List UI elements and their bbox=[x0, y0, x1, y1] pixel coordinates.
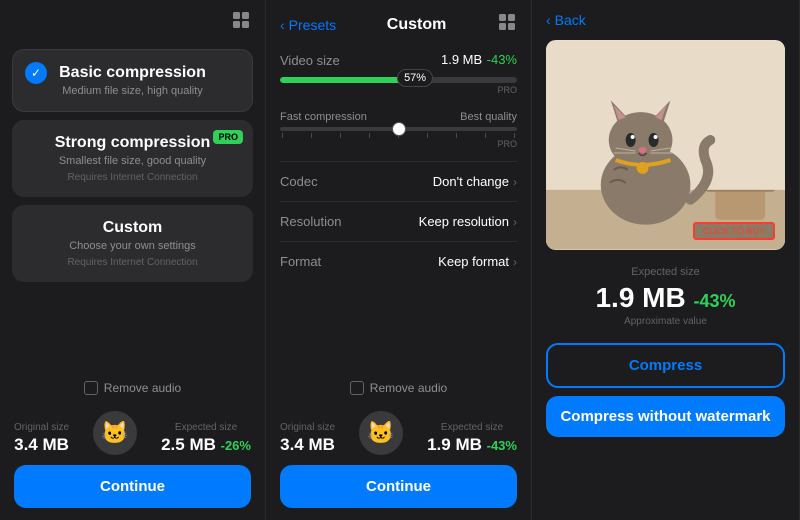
video-size-label: Video size bbox=[280, 53, 340, 68]
expected-size-display: 1.9 MB -43% bbox=[546, 282, 785, 314]
codec-row[interactable]: Codec Don't change › bbox=[280, 161, 517, 201]
codec-chevron-icon: › bbox=[513, 175, 517, 189]
strong-title: Strong compression bbox=[28, 134, 237, 152]
expected-size-col: Expected size 2.5 MB -26% bbox=[161, 422, 251, 455]
custom-compression-card[interactable]: Custom Choose your own settings Requires… bbox=[12, 205, 253, 282]
panel2-expected-value: 1.9 MB -43% bbox=[427, 435, 517, 455]
slider-thumb-container: 57% bbox=[397, 69, 433, 87]
video-size-values: 1.9 MB -43% bbox=[441, 51, 517, 69]
panel2-grid-icon[interactable] bbox=[497, 12, 517, 37]
panel2-expected-size-col: Expected size 1.9 MB -43% bbox=[427, 422, 517, 455]
approx-label: Approximate value bbox=[546, 316, 785, 327]
original-size-value: 3.4 MB bbox=[14, 435, 69, 455]
panel2-header: ‹ Presets Custom bbox=[266, 0, 531, 45]
codec-value: Don't change › bbox=[433, 174, 517, 189]
compress-button[interactable]: Compress bbox=[546, 343, 785, 388]
panel3-header: ‹ Back bbox=[532, 0, 799, 36]
panel2-bottom: Original size 3.4 MB 🐱 Expected size 1.9… bbox=[266, 403, 531, 520]
compression-options: ✓ Basic compression Medium file size, hi… bbox=[0, 41, 265, 373]
codec-label: Codec bbox=[280, 174, 318, 189]
back-button[interactable]: ‹ Back bbox=[546, 12, 586, 28]
panel-custom-settings: ‹ Presets Custom Video size 1.9 MB -43% bbox=[266, 0, 532, 520]
back-label: Back bbox=[555, 12, 586, 28]
panel2-avatar: 🐱 bbox=[359, 411, 403, 455]
format-chevron-icon: › bbox=[513, 255, 517, 269]
resolution-chevron-icon: › bbox=[513, 215, 517, 229]
pro-badge: PRO bbox=[213, 130, 243, 144]
continue-button[interactable]: Continue bbox=[14, 465, 251, 508]
panel2-original-size-col: Original size 3.4 MB bbox=[280, 422, 335, 455]
panel2-remove-audio-label: Remove audio bbox=[370, 381, 447, 395]
panel-compression-options: ✓ Basic compression Medium file size, hi… bbox=[0, 0, 266, 520]
expected-size-section: Expected size 1.9 MB -43% Approximate va… bbox=[532, 254, 799, 337]
panel1-bottom: Original size 3.4 MB 🐱 Expected size 2.5… bbox=[0, 403, 265, 520]
format-value: Keep format › bbox=[438, 254, 517, 269]
presets-label: Presets bbox=[289, 17, 336, 33]
format-row[interactable]: Format Keep format › bbox=[280, 241, 517, 281]
custom-warning: Requires Internet Connection bbox=[28, 257, 237, 268]
strong-subtitle: Smallest file size, good quality bbox=[28, 155, 237, 167]
panel2-size-row: Original size 3.4 MB 🐱 Expected size 1.9… bbox=[280, 411, 517, 455]
size-row: Original size 3.4 MB 🐱 Expected size 2.5… bbox=[14, 411, 251, 455]
settings-section: Video size 1.9 MB -43% 57% PRO Fast comp… bbox=[266, 45, 531, 373]
panel2-expected-change: -43% bbox=[487, 438, 517, 453]
expected-size-label: Expected size bbox=[546, 266, 785, 278]
panel2-expected-label: Expected size bbox=[441, 422, 503, 433]
back-chevron-icon: ‹ bbox=[546, 12, 551, 28]
video-size-change: -43% bbox=[487, 52, 517, 67]
avatar: 🐱 bbox=[93, 411, 137, 455]
resolution-label: Resolution bbox=[280, 214, 341, 229]
quality-pro-label: PRO bbox=[280, 139, 517, 149]
expected-size-label: Expected size bbox=[175, 422, 237, 433]
basic-compression-card[interactable]: ✓ Basic compression Medium file size, hi… bbox=[12, 49, 253, 112]
compress-without-watermark-button[interactable]: Compress without watermark bbox=[546, 396, 785, 437]
format-label: Format bbox=[280, 254, 321, 269]
cat-preview-image bbox=[546, 40, 785, 250]
resolution-row[interactable]: Resolution Keep resolution › bbox=[280, 201, 517, 241]
grid-icon[interactable] bbox=[231, 10, 251, 35]
remove-audio-checkbox[interactable] bbox=[84, 381, 98, 395]
quality-slider-section: Fast compression Best quality PRO bbox=[280, 111, 517, 149]
expected-size-value: 2.5 MB -26% bbox=[161, 435, 251, 455]
remove-audio-row: Remove audio bbox=[0, 373, 265, 403]
panel-preview-compress: ‹ Back bbox=[532, 0, 800, 520]
back-chevron-icon: ‹ bbox=[280, 17, 285, 33]
quality-thumb[interactable] bbox=[392, 122, 406, 136]
custom-title: Custom bbox=[28, 219, 237, 237]
strong-compression-card[interactable]: PRO Strong compression Smallest file siz… bbox=[12, 120, 253, 197]
watermark-overlay: CLICK TO BUY bbox=[693, 222, 775, 240]
panel1-header bbox=[0, 0, 265, 41]
panel2-original-value: 3.4 MB bbox=[280, 435, 335, 455]
action-buttons: Compress Compress without watermark bbox=[532, 337, 799, 451]
custom-subtitle: Choose your own settings bbox=[28, 240, 237, 252]
best-quality-label: Best quality bbox=[460, 111, 517, 123]
remove-audio-label: Remove audio bbox=[104, 381, 181, 395]
panel2-title: Custom bbox=[387, 16, 447, 34]
selected-checkmark: ✓ bbox=[25, 62, 47, 84]
video-size-value: 1.9 MB bbox=[441, 52, 482, 67]
expected-change: -26% bbox=[221, 438, 251, 453]
basic-title: Basic compression bbox=[29, 64, 236, 82]
video-size-row: Video size 1.9 MB -43% bbox=[280, 51, 517, 69]
original-size-col: Original size 3.4 MB bbox=[14, 422, 69, 455]
strong-warning: Requires Internet Connection bbox=[28, 172, 237, 183]
expected-change-value: -43% bbox=[694, 291, 736, 311]
back-to-presets[interactable]: ‹ Presets bbox=[280, 17, 336, 33]
slider-fill bbox=[280, 77, 415, 83]
panel2-continue-button[interactable]: Continue bbox=[280, 465, 517, 508]
resolution-value: Keep resolution › bbox=[419, 214, 517, 229]
panel2-original-label: Original size bbox=[280, 422, 335, 433]
panel2-remove-audio-row: Remove audio bbox=[266, 373, 531, 403]
basic-subtitle: Medium file size, high quality bbox=[29, 85, 236, 97]
slider-thumb[interactable]: 57% bbox=[397, 69, 433, 87]
original-size-label: Original size bbox=[14, 422, 69, 433]
quality-track[interactable] bbox=[280, 127, 517, 131]
video-size-slider-container: 57% PRO bbox=[280, 77, 517, 95]
fast-compression-label: Fast compression bbox=[280, 111, 367, 123]
panel2-remove-audio-checkbox[interactable] bbox=[350, 381, 364, 395]
video-preview: CLICK TO BUY bbox=[546, 40, 785, 250]
